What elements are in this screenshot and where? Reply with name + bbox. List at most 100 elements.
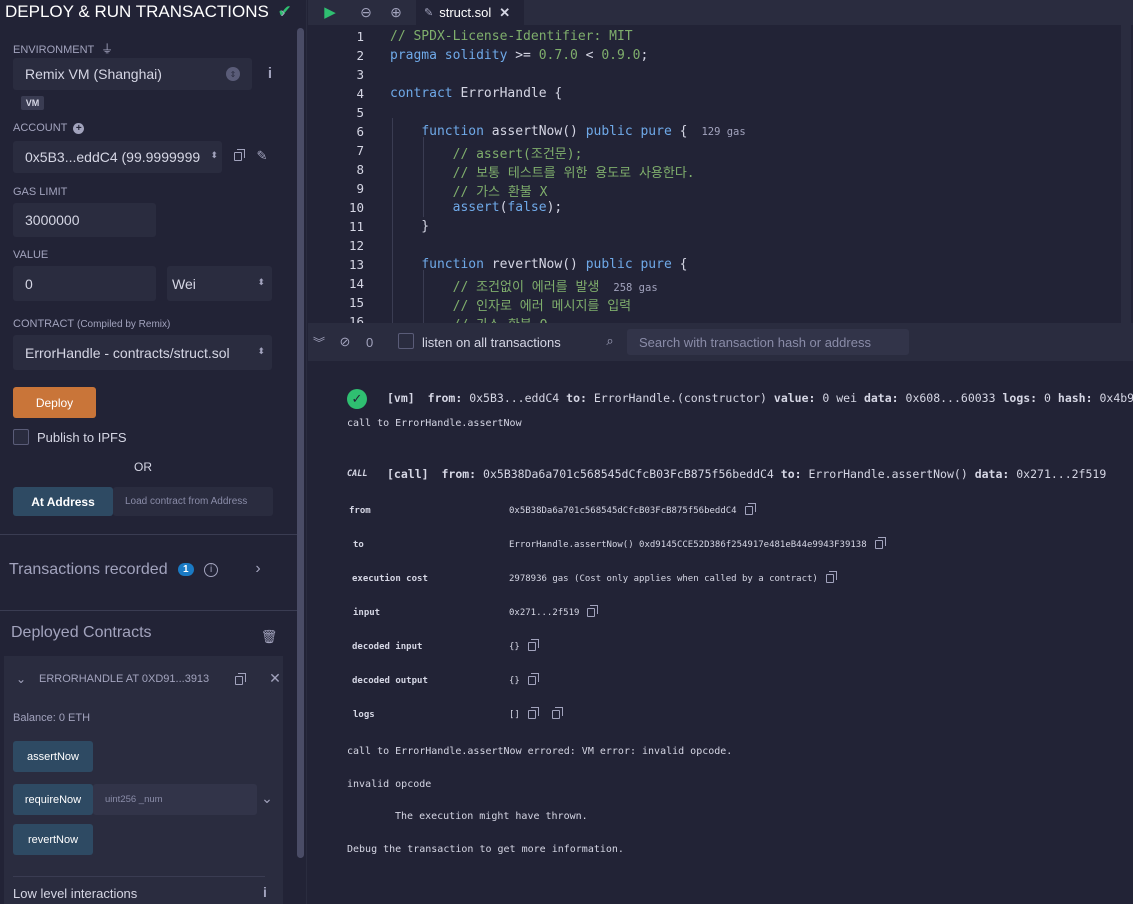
- tab-label: struct.sol: [439, 5, 492, 20]
- requirenow-placeholder: uint256 _num: [105, 794, 163, 805]
- editor-scrollbar[interactable]: [1121, 25, 1131, 323]
- code-editor[interactable]: ▶ ⊖ ⊕ ✎ struct.sol ✕ 1 // SPDX-License-Id…: [308, 0, 1133, 323]
- code-line[interactable]: // assert(조건문);: [390, 143, 583, 162]
- info-icon[interactable]: i: [263, 64, 277, 82]
- or-label: OR: [134, 460, 152, 474]
- call-icon: CALL: [347, 469, 368, 479]
- tab-struct-sol[interactable]: ✎ struct.sol ✕: [416, 0, 524, 25]
- copy-icon[interactable]: [874, 537, 886, 549]
- plus-circle-icon[interactable]: +: [73, 123, 85, 134]
- contract-label-text: CONTRACT: [13, 318, 74, 330]
- edit-icon[interactable]: ✎: [254, 148, 270, 164]
- code-line[interactable]: // 보통 테스트를 위한 용도로 사용한다.: [390, 162, 695, 181]
- transaction-search-input[interactable]: Search with transaction hash or address: [627, 329, 909, 355]
- deployed-instance: ⌄ ERRORHANDLE AT 0XD91...3913 ✕ Balance:…: [4, 656, 283, 904]
- tx-value-key: value:: [773, 391, 816, 405]
- code-line[interactable]: // 인자로 에러 메시지를 입력: [390, 295, 632, 314]
- code-line[interactable]: }: [390, 219, 429, 234]
- chevron-right-icon[interactable]: ›: [276, 4, 290, 20]
- deploy-button[interactable]: Deploy: [13, 387, 96, 418]
- zoom-out-icon[interactable]: ⊖: [358, 4, 374, 20]
- tx-log-line[interactable]: [vm] from: 0x5B3...eddC4 to: ErrorHandle…: [387, 391, 1133, 405]
- copy-icon[interactable]: [527, 707, 539, 719]
- close-icon[interactable]: ✕: [269, 670, 281, 686]
- divider: [0, 534, 297, 535]
- chevron-right-icon[interactable]: ›: [252, 560, 264, 578]
- contract-select[interactable]: ErrorHandle - contracts/struct.sol ⬍: [13, 335, 272, 370]
- info-circle-icon[interactable]: i: [204, 562, 219, 577]
- code-token: public pure: [585, 257, 680, 272]
- code-line[interactable]: function assertNow() public pure {129 ga…: [390, 124, 745, 139]
- copy-icon[interactable]: [744, 503, 756, 515]
- revertnow-button[interactable]: revertNow: [13, 824, 93, 855]
- line-number: 2: [356, 48, 364, 63]
- code-line[interactable]: // SPDX-License-Identifier: MIT: [390, 29, 633, 44]
- listen-checkbox[interactable]: [398, 333, 414, 349]
- line-number: 4: [356, 86, 364, 101]
- assertnow-button[interactable]: assertNow: [13, 741, 93, 772]
- code-line[interactable]: assert(false);: [390, 200, 563, 215]
- call-data-value: 0x271...2f519: [1016, 467, 1107, 481]
- transactions-recorded-header[interactable]: Transactions recorded 1 i: [9, 561, 219, 579]
- copy-icon[interactable]: [527, 639, 539, 651]
- requirenow-button[interactable]: requireNow: [13, 784, 93, 815]
- chevrons-down-icon[interactable]: ︾: [312, 335, 326, 350]
- left-panel-scrollbar[interactable]: [297, 28, 304, 858]
- at-address-input[interactable]: Load contract from Address: [113, 487, 273, 516]
- environment-select[interactable]: Remix VM (Shanghai) ⇕: [13, 58, 252, 90]
- copy-icon[interactable]: [587, 605, 599, 617]
- code-token: // 보통 테스트를 위한 용도로 사용한다.: [390, 166, 695, 181]
- code-area[interactable]: 1 // SPDX-License-Identifier: MIT 2 pragma …: [308, 25, 1133, 323]
- pending-count: 0: [366, 335, 374, 350]
- code-line[interactable]: pragma solidity >= 0.7.0 < 0.9.0;: [390, 48, 648, 63]
- line-number: 3: [356, 67, 364, 82]
- publish-ipfs-checkbox[interactable]: [13, 429, 29, 445]
- line-number: 12: [348, 238, 364, 253]
- value-label: VALUE: [13, 249, 49, 261]
- tx-data-key: data:: [863, 391, 899, 405]
- value-unit-select[interactable]: Wei ⬍: [167, 266, 272, 301]
- zoom-in-icon[interactable]: ⊕: [388, 4, 404, 20]
- info-icon[interactable]: i: [260, 884, 270, 900]
- transactions-recorded-label: Transactions recorded: [9, 561, 168, 578]
- file-icon: ✎: [424, 7, 434, 19]
- copy-icon[interactable]: [527, 673, 539, 685]
- code-line[interactable]: // 조건없이 에러를 발생 258 gas: [390, 276, 658, 295]
- call-from-key: from:: [441, 467, 477, 481]
- account-select[interactable]: 0x5B3...eddC4 (99.9999999 ⬍: [13, 141, 222, 173]
- code-line[interactable]: contract ErrorHandle {: [390, 86, 562, 101]
- requirenow-input[interactable]: uint256 _num: [93, 784, 257, 815]
- close-icon[interactable]: ✕: [499, 5, 510, 21]
- trash-icon[interactable]: 🗑: [261, 629, 278, 645]
- code-line[interactable]: // 가스 환불 O: [390, 314, 548, 323]
- tx-from-key: from:: [427, 391, 463, 405]
- copy-icon[interactable]: [551, 707, 563, 719]
- copy-icon[interactable]: [825, 571, 837, 583]
- code-line[interactable]: // 가스 환불 X: [390, 181, 548, 200]
- value-input[interactable]: 0: [13, 266, 156, 301]
- search-icon: ⌕: [606, 333, 614, 348]
- might-have-thrown-line: The execution might have thrown.: [395, 811, 588, 822]
- value-unit: Wei: [172, 275, 196, 292]
- tx-to-key: to:: [566, 391, 587, 405]
- at-address-button[interactable]: At Address: [13, 487, 113, 516]
- code-token: public pure: [585, 124, 680, 139]
- code-token: {: [679, 257, 688, 272]
- vm-badge-text: VM: [25, 98, 40, 108]
- detail-key-execution-cost: execution cost: [352, 574, 428, 584]
- copy-icon[interactable]: [232, 672, 246, 687]
- call-data-key: data:: [974, 467, 1010, 481]
- run-icon[interactable]: ▶: [322, 3, 338, 21]
- gas-limit-input[interactable]: 3000000: [13, 203, 156, 237]
- chevron-down-icon[interactable]: ⌄: [260, 790, 274, 806]
- copy-icon[interactable]: [231, 148, 245, 163]
- contract-label-note: (Compiled by Remix): [76, 319, 171, 330]
- instance-name[interactable]: ERRORHANDLE AT 0XD91...3913: [39, 673, 209, 685]
- code-line[interactable]: function revertNow() public pure {: [390, 257, 687, 272]
- code-token: // 조건없이 에러를 발생: [390, 280, 600, 295]
- clear-icon[interactable]: ⊘: [338, 334, 352, 349]
- chevron-down-icon[interactable]: ⌄: [14, 672, 28, 686]
- tx-data-value: 0x608...60033: [905, 391, 996, 405]
- call-log-line[interactable]: [call] from: 0x5B38Da6a701c568545dCfcB03…: [387, 467, 1106, 481]
- detail-key-from: from: [349, 506, 371, 516]
